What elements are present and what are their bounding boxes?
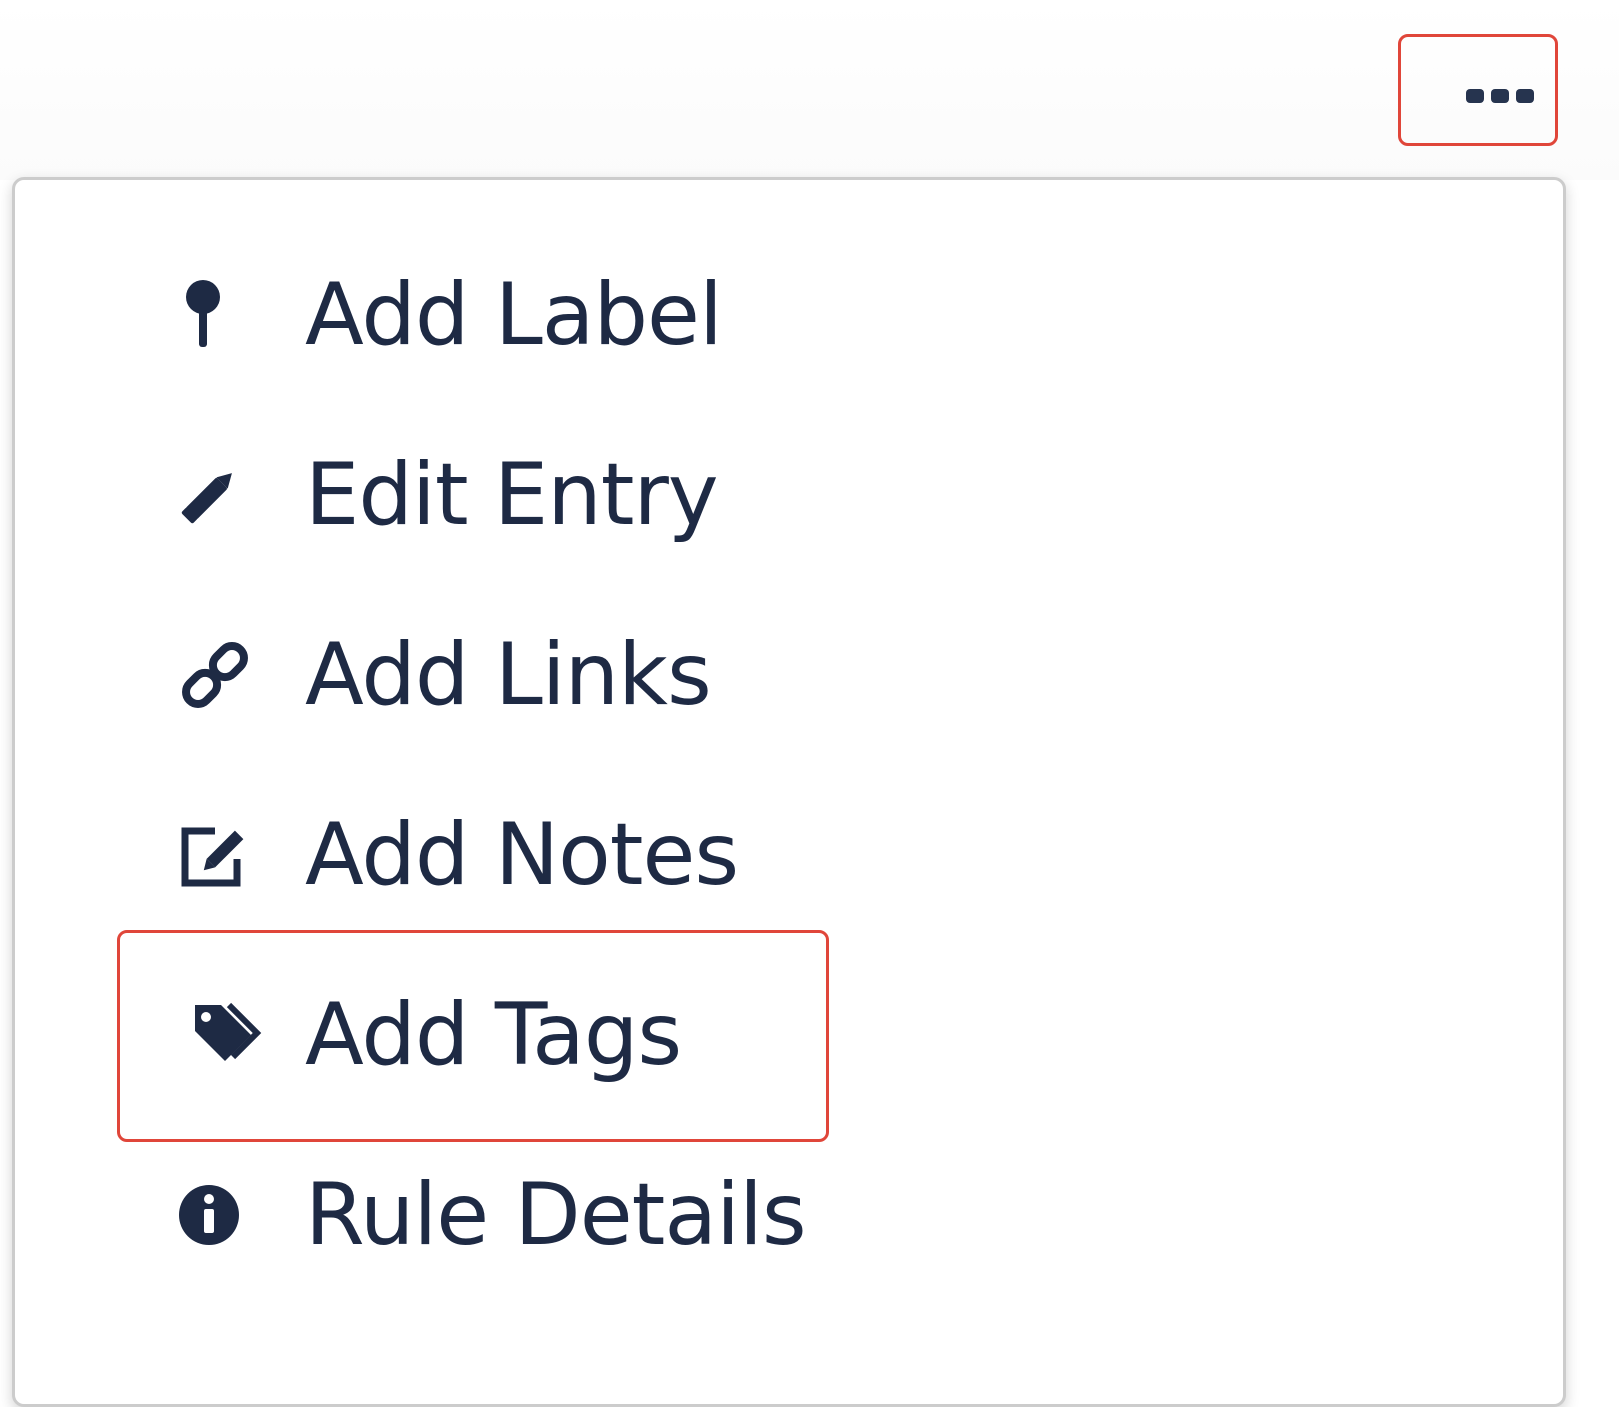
menu-item-label: Edit Entry: [305, 445, 719, 545]
menu-item-label: Add Tags: [305, 985, 682, 1085]
ellipsis-icon: [1466, 89, 1534, 103]
menu-item-label: Add Label: [305, 265, 723, 365]
more-options-button[interactable]: [1442, 62, 1558, 130]
menu-item-add-links[interactable]: Add Links: [155, 590, 875, 760]
edit-note-icon: [175, 810, 265, 900]
menu-item-rule-details[interactable]: Rule Details: [155, 1130, 875, 1300]
menu-item-add-label[interactable]: Add Label: [155, 230, 875, 400]
menu-item-label: Rule Details: [305, 1165, 807, 1265]
menu-item-add-tags[interactable]: Add Tags: [155, 950, 875, 1120]
tags-icon: [175, 990, 265, 1080]
menu-item-label: Add Links: [305, 625, 712, 725]
info-circle-icon: [175, 1170, 265, 1260]
link-icon: [175, 630, 265, 720]
menu-item-label: Add Notes: [305, 805, 739, 905]
menu-item-edit-entry[interactable]: Edit Entry: [155, 410, 875, 580]
context-menu: Add Label Edit Entry Add Links Add Notes…: [12, 177, 1566, 1407]
toolbar-area: [0, 0, 1619, 180]
pencil-icon: [175, 450, 265, 540]
menu-item-add-notes[interactable]: Add Notes: [155, 770, 875, 940]
pushpin-icon: [175, 270, 265, 360]
